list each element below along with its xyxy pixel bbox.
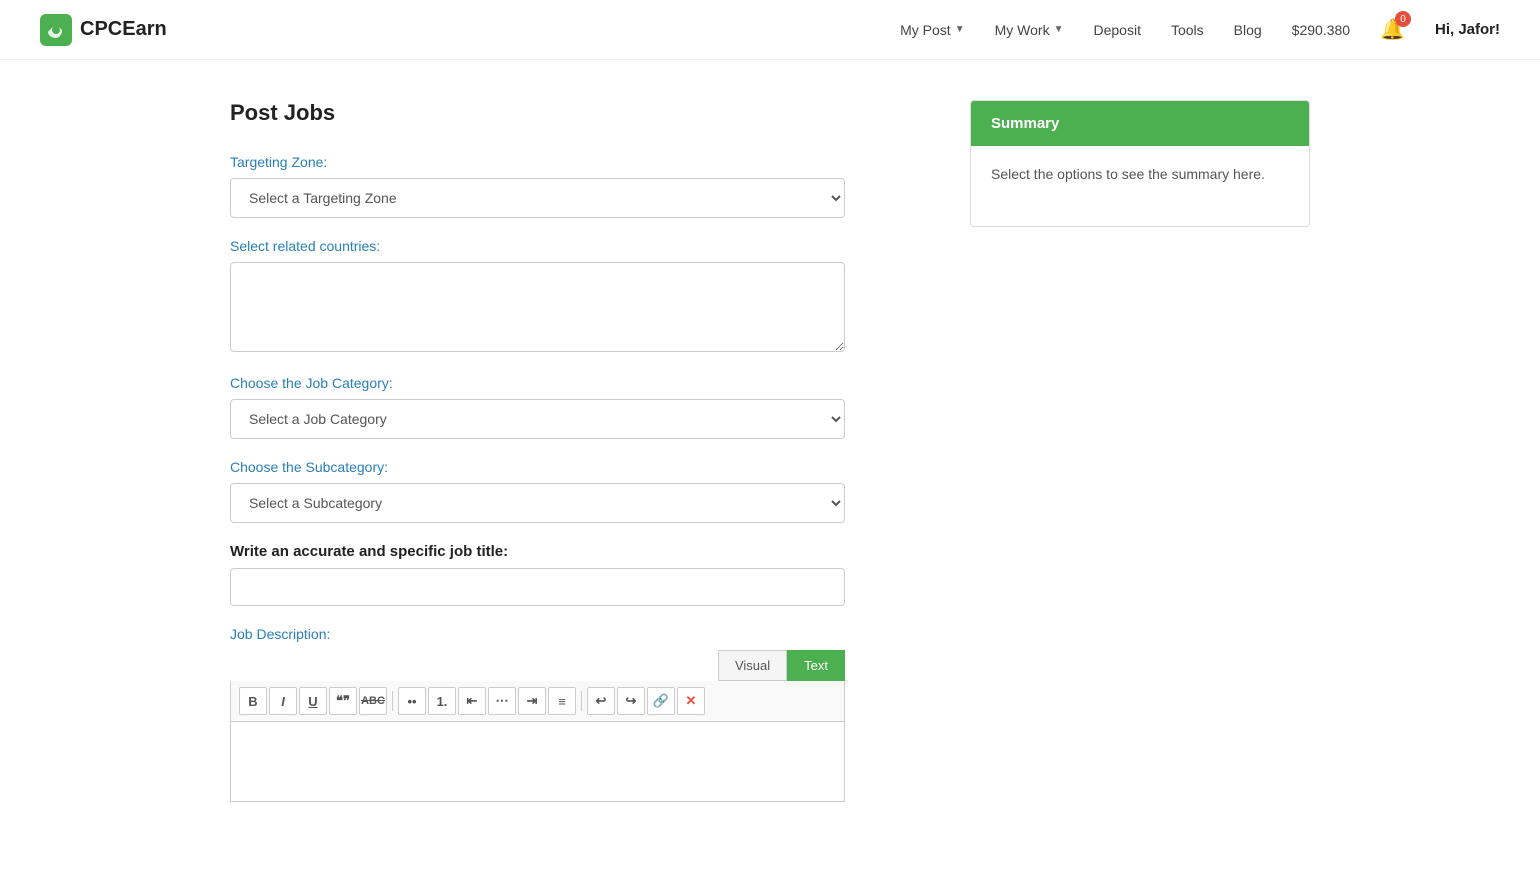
toolbar-quote[interactable]: ❝❞ <box>329 687 357 715</box>
targeting-zone-group: Targeting Zone: Select a Targeting Zone <box>230 154 930 218</box>
nav-my-work-label: My Work <box>995 22 1050 38</box>
nav-deposit-label: Deposit <box>1093 22 1140 38</box>
toolbar-align-justify[interactable]: ≡ <box>548 687 576 715</box>
notification-bell[interactable]: 🔔 0 <box>1380 17 1405 42</box>
toolbar-clear[interactable]: ✕ <box>677 687 705 715</box>
nav-tools-label: Tools <box>1171 22 1204 38</box>
nav-balance: $290.380 <box>1292 22 1350 38</box>
editor-content[interactable] <box>230 722 845 802</box>
toolbar-ol[interactable]: 1. <box>428 687 456 715</box>
toolbar-redo[interactable]: ↪ <box>617 687 645 715</box>
toolbar-align-center[interactable]: ⋯ <box>488 687 516 715</box>
summary-header: Summary <box>971 101 1309 146</box>
tab-text[interactable]: Text <box>787 650 845 681</box>
subcategory-label: Choose the Subcategory: <box>230 459 930 475</box>
related-countries-group: Select related countries: <box>230 238 930 355</box>
main-container: Post Jobs Targeting Zone: Select a Targe… <box>170 60 1370 862</box>
toolbar-italic[interactable]: I <box>269 687 297 715</box>
job-description-group: Job Description: Visual Text B I U ❝❞ AB… <box>230 626 930 802</box>
header: CPCEarn My Post ▼ My Work ▼ Deposit Tool… <box>0 0 1540 60</box>
subcategory-select[interactable]: Select a Subcategory <box>230 483 845 523</box>
editor-tab-row: Visual Text <box>230 650 845 681</box>
user-greeting: Hi, Jafor! <box>1435 21 1500 38</box>
editor-toolbar: B I U ❝❞ ABC •• 1. ⇤ ⋯ ⇥ ≡ ↩ ↪ 🔗 ✕ <box>230 681 845 722</box>
job-description-label: Job Description: <box>230 626 930 642</box>
nav-tools[interactable]: Tools <box>1171 22 1204 38</box>
toolbar-separator-1 <box>392 691 393 711</box>
page-title: Post Jobs <box>230 100 930 126</box>
job-title-label: Write an accurate and specific job title… <box>230 543 930 560</box>
notification-badge: 0 <box>1395 11 1411 27</box>
related-countries-label: Select related countries: <box>230 238 930 254</box>
nav-blog[interactable]: Blog <box>1234 22 1262 38</box>
summary-box: Summary Select the options to see the su… <box>970 100 1310 227</box>
toolbar-strikethrough[interactable]: ABC <box>359 687 387 715</box>
nav-blog-label: Blog <box>1234 22 1262 38</box>
nav-my-post[interactable]: My Post ▼ <box>900 22 964 38</box>
job-category-group: Choose the Job Category: Select a Job Ca… <box>230 375 930 439</box>
nav-my-work[interactable]: My Work ▼ <box>995 22 1064 38</box>
toolbar-align-right[interactable]: ⇥ <box>518 687 546 715</box>
toolbar-link[interactable]: 🔗 <box>647 687 675 715</box>
toolbar-undo[interactable]: ↩ <box>587 687 615 715</box>
job-title-group: Write an accurate and specific job title… <box>230 543 930 606</box>
toolbar-bold[interactable]: B <box>239 687 267 715</box>
logo-text: CPCEarn <box>80 18 167 41</box>
toolbar-underline[interactable]: U <box>299 687 327 715</box>
job-category-label: Choose the Job Category: <box>230 375 930 391</box>
editor-wrapper: Visual Text B I U ❝❞ ABC •• 1. ⇤ ⋯ ⇥ ≡ <box>230 650 845 802</box>
targeting-zone-select[interactable]: Select a Targeting Zone <box>230 178 845 218</box>
targeting-zone-label: Targeting Zone: <box>230 154 930 170</box>
job-category-select[interactable]: Select a Job Category <box>230 399 845 439</box>
toolbar-separator-2 <box>581 691 582 711</box>
sidebar-section: Summary Select the options to see the su… <box>970 100 1310 822</box>
my-post-chevron-icon: ▼ <box>955 24 965 35</box>
my-work-chevron-icon: ▼ <box>1054 24 1064 35</box>
logo-icon <box>40 14 72 46</box>
summary-body: Select the options to see the summary he… <box>971 146 1309 226</box>
related-countries-textarea[interactable] <box>230 262 845 352</box>
form-section: Post Jobs Targeting Zone: Select a Targe… <box>230 100 930 822</box>
tab-visual[interactable]: Visual <box>718 650 787 681</box>
subcategory-group: Choose the Subcategory: Select a Subcate… <box>230 459 930 523</box>
logo[interactable]: CPCEarn <box>40 14 167 46</box>
job-title-input[interactable] <box>230 568 845 606</box>
balance-amount: $290.380 <box>1292 22 1350 38</box>
nav-deposit[interactable]: Deposit <box>1093 22 1140 38</box>
toolbar-align-left[interactable]: ⇤ <box>458 687 486 715</box>
main-nav: My Post ▼ My Work ▼ Deposit Tools Blog $… <box>900 17 1500 42</box>
nav-my-post-label: My Post <box>900 22 951 38</box>
toolbar-ul[interactable]: •• <box>398 687 426 715</box>
